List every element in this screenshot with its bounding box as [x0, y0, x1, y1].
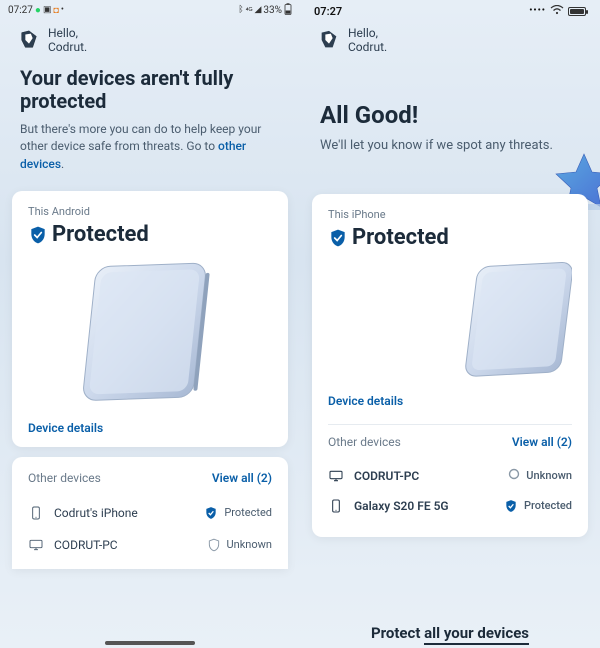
desktop-icon — [28, 537, 44, 553]
battery-text: 33% — [263, 5, 282, 16]
device-row[interactable]: Galaxy S20 FE 5G Protected — [328, 491, 572, 521]
device-name: CODRUT-PC — [54, 538, 118, 552]
device-illustration — [28, 257, 272, 407]
headline-title: All Good! — [320, 101, 580, 129]
android-screen: 07:27 ● ▣ ◘ • ᛒ ⁴ᴳ ◢ 33% Hello, Codrut. … — [0, 0, 300, 648]
phone-icon — [28, 505, 44, 521]
protection-status: Protected — [28, 222, 272, 247]
protect-banner[interactable]: Protect all your devices — [300, 624, 600, 642]
device-row[interactable]: CODRUT-PC Unknown — [328, 461, 572, 491]
greeting: Hello, Codrut. — [300, 18, 600, 65]
this-device-label: This iPhone — [328, 208, 572, 221]
shield-check-icon — [28, 225, 46, 243]
desktop-icon — [328, 468, 344, 484]
device-name: CODRUT-PC — [354, 469, 419, 483]
status-bar: 07:27 •••• — [300, 0, 600, 18]
other-devices-card: Other devices View all (2) Codrut's iPho… — [12, 457, 288, 569]
device-status: Unknown — [227, 538, 272, 551]
headline-block: Your devices aren't fully protected But … — [0, 65, 300, 185]
hello-text: Hello, — [48, 26, 87, 40]
hello-text: Hello, — [348, 26, 387, 40]
device-name: Galaxy S20 FE 5G — [354, 499, 449, 513]
other-devices-block: Other devices View all (2) CODRUT-PC Unk… — [328, 424, 572, 521]
device-status: Protected — [224, 506, 272, 519]
shield-check-icon — [328, 228, 346, 246]
pill-icon: ◘ — [53, 5, 58, 16]
protected-text: Protected — [352, 225, 449, 250]
device-name: Codrut's iPhone — [54, 506, 138, 520]
ios-screen: 07:27 •••• Hello, Codrut. All Good! We'l… — [300, 0, 600, 648]
device-illustration — [328, 260, 572, 380]
view-all-link[interactable]: View all (2) — [512, 435, 572, 449]
more-icon: • — [61, 5, 64, 15]
other-devices-label: Other devices — [28, 471, 101, 485]
other-devices-label: Other devices — [328, 435, 401, 449]
app-logo-icon — [18, 29, 40, 51]
device-row[interactable]: CODRUT-PC Unknown — [28, 529, 272, 561]
headline-title: Your devices aren't fully protected — [20, 67, 280, 113]
this-device-label: This Android — [28, 205, 272, 218]
status-time: 07:27 — [314, 5, 342, 18]
phone-icon — [328, 498, 344, 514]
this-device-card: This iPhone Protected Device details Oth… — [312, 194, 588, 537]
view-all-link[interactable]: View all (2) — [212, 471, 272, 485]
headline-sub: We'll let you know if we spot any threat… — [320, 137, 580, 156]
whatsapp-icon: ● — [35, 5, 41, 16]
user-name: Codrut. — [348, 40, 387, 54]
cellular-icon: •••• — [529, 6, 546, 16]
app-logo-icon — [318, 29, 340, 51]
device-details-link[interactable]: Device details — [328, 394, 572, 408]
device-status: Unknown — [526, 469, 572, 482]
battery-icon — [568, 7, 586, 16]
wifi-icon — [550, 5, 564, 18]
status-bar: 07:27 ● ▣ ◘ • ᛒ ⁴ᴳ ◢ 33% — [0, 0, 300, 18]
bluetooth-icon: ᛒ — [238, 5, 243, 15]
headline-sub: But there's more you can do to help keep… — [20, 121, 280, 173]
protected-text: Protected — [52, 222, 149, 247]
circle-outline-icon — [508, 468, 520, 483]
greeting: Hello, Codrut. — [0, 18, 300, 65]
user-name: Codrut. — [48, 40, 87, 54]
protection-status: Protected — [328, 225, 572, 250]
volte-icon: ⁴ᴳ — [246, 6, 253, 15]
gallery-icon: ▣ — [43, 5, 52, 15]
device-details-link[interactable]: Device details — [28, 421, 272, 435]
device-status: Protected — [524, 499, 572, 512]
shield-check-icon — [504, 499, 518, 513]
battery-icon — [284, 3, 292, 18]
status-time: 07:27 — [8, 5, 33, 16]
signal-icon: ◢ — [255, 5, 262, 15]
home-indicator[interactable] — [105, 641, 195, 645]
device-row[interactable]: Codrut's iPhone Protected — [28, 497, 272, 529]
shield-check-icon — [204, 506, 218, 520]
shield-outline-icon — [207, 538, 221, 552]
this-device-card: This Android Protected Device details — [12, 191, 288, 447]
